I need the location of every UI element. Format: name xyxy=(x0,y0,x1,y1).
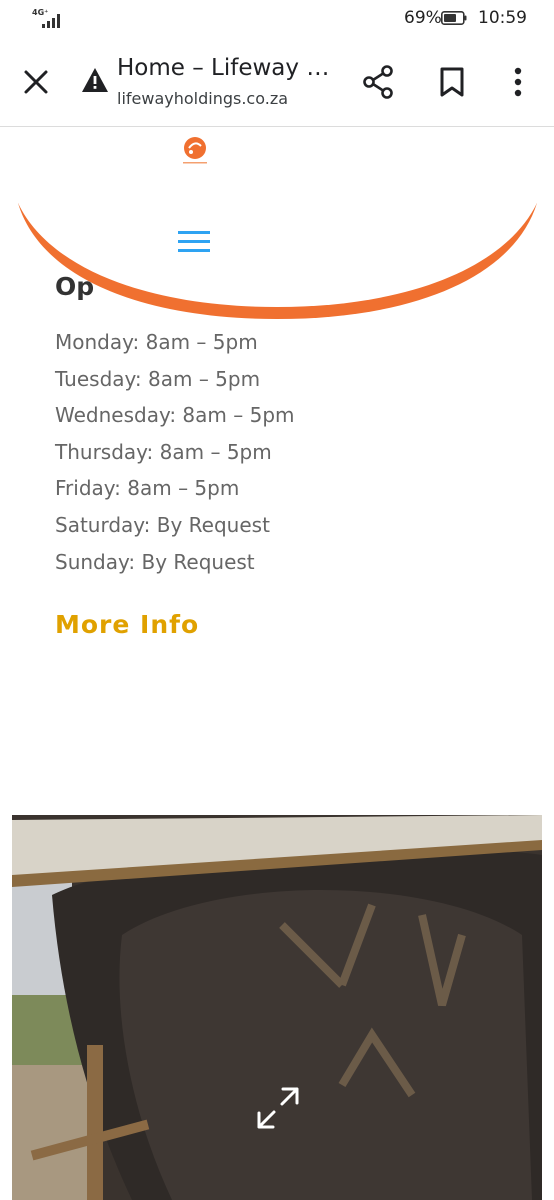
hours-item-sunday: Sunday: By Request xyxy=(55,549,255,574)
warning-icon[interactable] xyxy=(80,66,110,94)
close-icon[interactable] xyxy=(22,68,50,96)
hours-item-saturday: Saturday: By Request xyxy=(55,512,270,537)
web-page: Op Monday: 8am – 5pm Tuesday: 8am – 5pm … xyxy=(0,127,554,1200)
cattle-brand-photo[interactable] xyxy=(12,815,542,1200)
status-bar: 4G⁺ 69% 10:59 xyxy=(0,0,554,38)
share-icon[interactable] xyxy=(362,65,394,99)
photo-illustration xyxy=(12,815,542,1200)
opening-hours-list: Monday: 8am – 5pm Tuesday: 8am – 5pm Wed… xyxy=(55,327,295,583)
more-info-link[interactable]: More Info xyxy=(55,610,199,639)
battery-percent: 69% xyxy=(404,8,442,28)
more-vert-icon[interactable] xyxy=(509,67,527,97)
lifeway-logo[interactable] xyxy=(178,135,212,165)
expand-icon[interactable] xyxy=(255,1085,301,1131)
browser-toolbar: Home – Lifeway … lifewayholdings.co.za xyxy=(0,38,554,127)
hours-item-tuesday: Tuesday: 8am – 5pm xyxy=(55,366,261,391)
hours-item-thursday: Thursday: 8am – 5pm xyxy=(55,439,272,464)
hamburger-menu-icon[interactable] xyxy=(176,229,212,255)
signal-icon xyxy=(42,14,60,28)
hours-item-friday: Friday: 8am – 5pm xyxy=(55,476,240,501)
hours-item-wednesday: Wednesday: 8am – 5pm xyxy=(55,403,295,428)
bookmark-icon[interactable] xyxy=(439,67,465,97)
clock: 10:59 xyxy=(478,8,527,28)
page-title[interactable]: Home – Lifeway … xyxy=(117,55,332,81)
site-header xyxy=(18,127,537,319)
page-url[interactable]: lifewayholdings.co.za xyxy=(117,89,288,108)
battery-icon xyxy=(441,11,467,25)
hours-item-monday: Monday: 8am – 5pm xyxy=(55,330,258,354)
